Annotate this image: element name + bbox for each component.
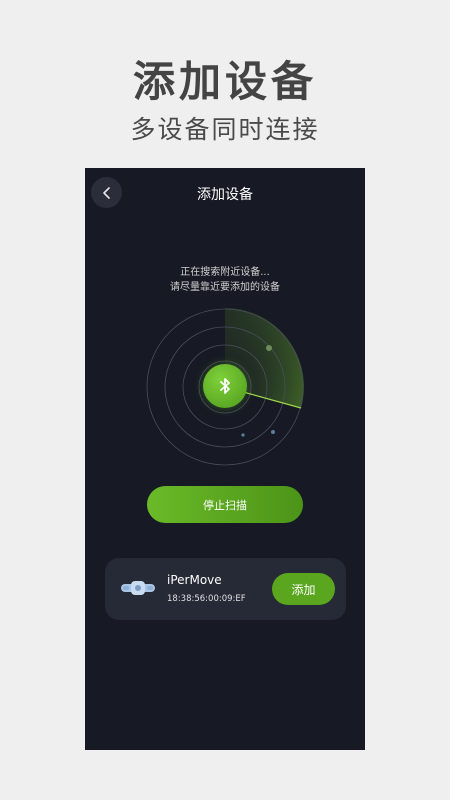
promo-subtitle: 多设备同时连接 — [130, 115, 320, 144]
scan-hint-text: 请尽量靠近要添加的设备 — [170, 282, 280, 293]
scan-status-text: 正在搜索附近设备... — [180, 267, 270, 278]
radar-dot — [241, 433, 245, 437]
page-title: 添加设备 — [197, 187, 253, 203]
device-thumbnail — [121, 581, 155, 595]
device-list-item: iPerMove 18:38:56:00:09:EF 添加 — [105, 558, 346, 620]
stop-scan-button[interactable]: 停止扫描 — [147, 486, 303, 523]
add-device-button[interactable]: 添加 — [272, 573, 335, 605]
radar-dot — [266, 345, 272, 351]
phone-screen: 添加设备 正在搜索附近设备... 请尽量靠近要添加的设备 停止扫描 iPerMo… — [85, 168, 365, 750]
device-name: iPerMove — [167, 573, 222, 587]
promo-title: 添加设备 — [132, 57, 317, 106]
bluetooth-icon — [220, 378, 230, 394]
device-mac-address: 18:38:56:00:09:EF — [167, 594, 246, 604]
radar-dot — [271, 430, 275, 434]
bluetooth-scan-button[interactable] — [203, 364, 247, 408]
